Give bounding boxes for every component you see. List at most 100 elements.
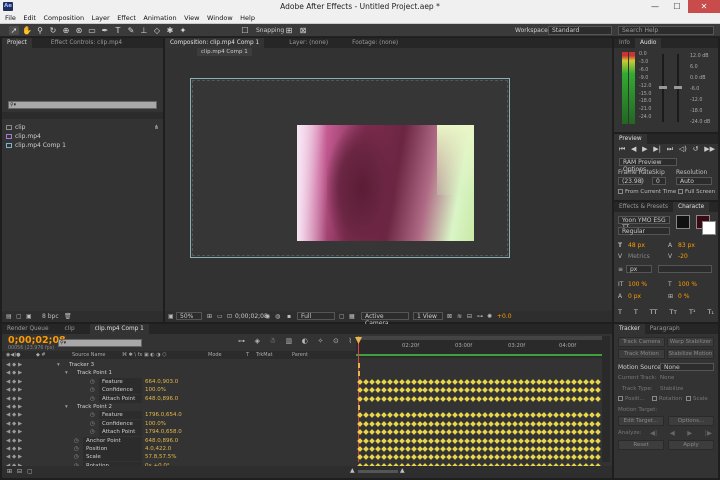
menu-file[interactable]: File (5, 14, 16, 22)
keyframe[interactable] (482, 429, 488, 436)
keyframe[interactable] (375, 429, 381, 436)
keyframe[interactable] (517, 378, 524, 385)
keyframe[interactable] (398, 437, 405, 444)
keyframe[interactable] (511, 378, 518, 385)
keyframe[interactable] (476, 454, 482, 461)
keyframe[interactable] (488, 412, 494, 419)
time-ruler[interactable]: 02:20f 03:00f 03:20f 04:00f (356, 336, 608, 358)
keyframe[interactable] (375, 378, 381, 385)
keyframe-navigator-icon[interactable]: ◀ ◆ ▶ (6, 361, 22, 369)
keyframe[interactable] (517, 429, 524, 436)
property-value[interactable]: 4.0,422.0 (145, 445, 171, 453)
keyframe[interactable] (571, 412, 578, 419)
volume-handle-left[interactable] (659, 86, 667, 89)
keyframe[interactable] (583, 454, 589, 461)
keyframe[interactable] (458, 387, 464, 394)
keyframe[interactable] (517, 412, 524, 419)
menu-window[interactable]: Window (207, 14, 233, 22)
keyframe[interactable] (422, 454, 429, 461)
snapshot-icon[interactable]: ⊡ (227, 313, 232, 320)
trash-icon[interactable]: 🗑 (64, 313, 72, 320)
keyframe[interactable] (505, 387, 512, 394)
mute-audio-icon[interactable]: ◁) (679, 145, 687, 154)
keyframe[interactable] (482, 454, 488, 461)
keyframe[interactable] (410, 454, 417, 461)
baseline-shift-value[interactable]: 0 px (628, 293, 641, 300)
track-position-checkbox[interactable]: Positi... (618, 396, 645, 402)
close-button[interactable]: ✕ (688, 0, 720, 13)
menu-composition[interactable]: Composition (43, 14, 84, 22)
keyframe[interactable] (386, 395, 393, 402)
track-rotation-checkbox[interactable]: Rotation (652, 396, 682, 402)
keyframe[interactable] (499, 446, 506, 452)
keyframe[interactable] (523, 395, 530, 402)
leading-value[interactable]: 83 px (678, 242, 695, 249)
roto-brush-tool-icon[interactable]: ✱ (165, 26, 175, 35)
keyframe[interactable] (363, 454, 369, 461)
keyframe[interactable] (380, 412, 387, 419)
stopwatch-icon[interactable]: ◷ (74, 445, 79, 453)
keyframe[interactable] (363, 420, 369, 427)
tsume-value[interactable]: 0 % (678, 293, 689, 300)
property-value[interactable]: 57.8,57.5% (145, 453, 176, 461)
tab-clip[interactable]: clip (60, 324, 80, 334)
timeline-row[interactable]: ◀ ◆ ▶ ◷ Feature Center1796.0,654.0 (2, 411, 356, 426)
keyframe[interactable] (410, 387, 417, 394)
property-value[interactable]: 1794.0,658.0 (145, 428, 182, 436)
disclosure-triangle-icon[interactable]: ▾ (65, 369, 68, 377)
keyframe[interactable] (505, 412, 512, 419)
keyframe[interactable] (577, 412, 583, 419)
keyframe[interactable] (357, 429, 363, 436)
camera-tool-icon[interactable]: ⊕ (61, 26, 71, 35)
disclosure-triangle-icon[interactable]: ▾ (57, 361, 60, 369)
keyframe[interactable] (511, 454, 518, 461)
zoom-out-icon[interactable]: ▲ (350, 467, 355, 474)
horizontal-scale-value[interactable]: 100 % (678, 281, 697, 288)
keyframe[interactable] (505, 420, 512, 427)
transparency-grid-icon[interactable]: ▦ (349, 313, 355, 320)
keyframe[interactable] (375, 420, 381, 427)
keyframe[interactable] (369, 387, 375, 394)
keyframe[interactable] (386, 437, 393, 444)
keyframe[interactable] (452, 387, 459, 394)
keyframe[interactable] (488, 454, 494, 461)
keyframe[interactable] (464, 454, 470, 461)
keyframe[interactable] (488, 387, 494, 394)
keyframe[interactable] (511, 412, 518, 419)
keyframe[interactable] (595, 446, 601, 452)
pen-tool-icon[interactable]: ✒ (100, 26, 110, 35)
keyframe[interactable] (494, 454, 500, 461)
warp-stabilizer-button[interactable]: Warp Stabilizer (667, 337, 714, 347)
keyframe[interactable] (446, 454, 453, 461)
tab-info[interactable]: Info (614, 38, 635, 48)
keyframe[interactable] (363, 378, 369, 385)
keyframe[interactable] (357, 387, 363, 394)
keyframe[interactable] (523, 387, 530, 394)
analyze-forward-icon[interactable]: ▶ (687, 429, 692, 437)
keyframe[interactable] (404, 454, 411, 461)
keyframe[interactable] (470, 412, 476, 419)
keyframe[interactable] (392, 387, 399, 394)
resolution-preview-select[interactable]: Auto (676, 177, 712, 185)
pan-behind-tool-icon[interactable]: ⊛ (74, 26, 84, 35)
tab-comp-timeline[interactable]: clip.mp4 Comp 1 (89, 324, 149, 334)
menu-view[interactable]: View (184, 14, 199, 22)
keyframe[interactable] (392, 437, 399, 444)
stopwatch-icon[interactable]: ◷ (90, 420, 95, 428)
keyframe[interactable] (517, 387, 524, 394)
timeline-row[interactable]: ◀ ◆ ▶ ◷ Anchor Point 648.0,896.0 (2, 436, 356, 445)
track-motion-button[interactable]: Track Motion (618, 349, 665, 359)
keyframe[interactable] (464, 429, 470, 436)
keyframe[interactable] (488, 420, 494, 427)
keyframe[interactable] (357, 454, 363, 461)
keyframe[interactable] (595, 412, 601, 419)
keyframe[interactable] (386, 387, 393, 394)
keyframe[interactable] (499, 420, 506, 427)
keyframe[interactable] (476, 446, 482, 452)
keyframe[interactable] (392, 395, 399, 402)
keyframe[interactable] (511, 420, 518, 427)
keyframe[interactable] (488, 378, 494, 385)
keyframe[interactable] (595, 387, 601, 394)
keyframe[interactable] (553, 387, 560, 394)
keyframe[interactable] (404, 395, 411, 402)
